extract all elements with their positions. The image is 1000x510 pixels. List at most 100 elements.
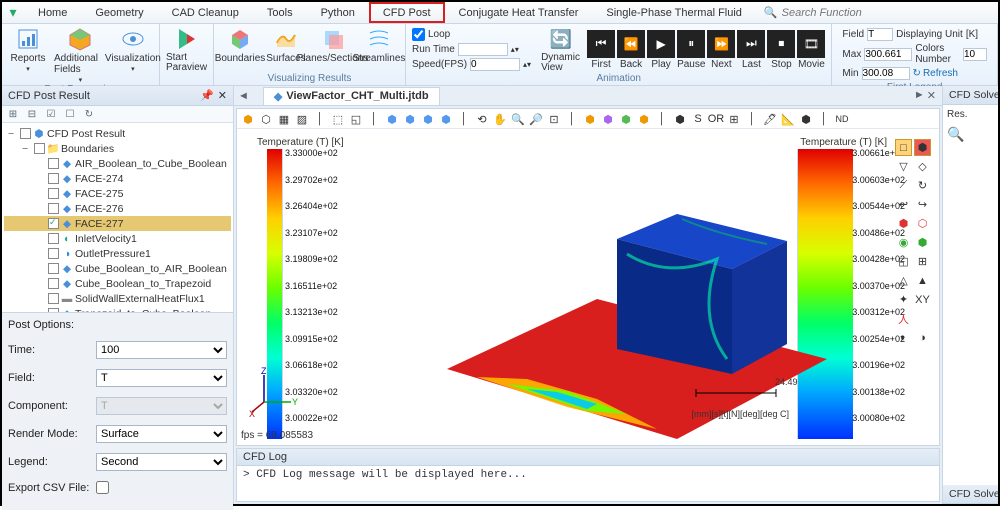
side-tool-icon[interactable]: ↪ (914, 196, 931, 213)
tree-node[interactable]: ◐InletVelocity1 (4, 231, 231, 246)
side-tool-icon[interactable]: ◑ (914, 329, 931, 346)
tab-prev-icon[interactable]: ◄ (238, 90, 249, 102)
side-tool-icon[interactable]: ◐ (895, 329, 912, 346)
vp-tool-icon[interactable]: │ (312, 111, 328, 127)
boundaries-button[interactable]: Boundaries (220, 26, 260, 64)
pause-button[interactable]: ⏸ (677, 30, 705, 58)
side-tool-icon[interactable]: ✦ (895, 291, 912, 308)
loop-checkbox[interactable] (412, 28, 425, 41)
tree-node[interactable]: ▬SolidWallExternalHeatFlux1 (4, 291, 231, 306)
vp-tool-icon[interactable]: ▦ (276, 111, 292, 127)
visualization-button[interactable]: Visualization▾ (113, 26, 153, 73)
vp-tool-icon[interactable]: OR (708, 111, 724, 127)
vp-tool-icon[interactable]: ⬢ (798, 111, 814, 127)
zoom-icon[interactable]: 🔍 (947, 126, 994, 143)
side-tool-icon[interactable]: ↻ (914, 177, 931, 194)
tree-node[interactable]: ◆Trapezoid_to_Cube_Boolean (4, 306, 231, 313)
document-tab[interactable]: ◆ViewFactor_CHT_Multi.jtdb (263, 87, 440, 105)
vp-tool-icon[interactable]: ⬢ (240, 111, 256, 127)
vp-tool-icon[interactable]: 🔎 (528, 111, 544, 127)
tab-cht[interactable]: Conjugate Heat Transfer (445, 2, 593, 23)
stop-button[interactable]: ⏹ (767, 30, 795, 58)
tree-node[interactable]: ◆Cube_Boolean_to_AIR_Boolean (4, 261, 231, 276)
side-tool-icon[interactable]: △ (895, 272, 912, 289)
vp-tool-icon[interactable]: ⬢ (384, 111, 400, 127)
result-tree[interactable]: −⬢CFD Post Result−📁Boundaries◆AIR_Boolea… (2, 123, 233, 313)
next-button[interactable]: ⏩ (707, 30, 735, 58)
speed-input[interactable] (470, 58, 520, 71)
post-option-select[interactable]: 100 (96, 341, 227, 359)
vp-tool-icon[interactable]: ⬚ (330, 111, 346, 127)
vp-tool-icon[interactable]: ✋ (492, 111, 508, 127)
side-tool-icon[interactable]: XY (914, 291, 931, 308)
tab-close-icon[interactable]: ✕ (927, 89, 936, 102)
vp-tool-icon[interactable]: ⊡ (546, 111, 562, 127)
start-paraview-button[interactable]: Start Paraview (166, 26, 207, 73)
tree-node[interactable]: ◑OutletPressure1 (4, 246, 231, 261)
vp-tool-icon[interactable]: │ (366, 111, 382, 127)
post-option-select[interactable]: T (96, 369, 227, 387)
side-tool-icon[interactable]: 人 (895, 310, 912, 327)
vp-tool-icon[interactable]: 📐 (780, 111, 796, 127)
vp-tool-icon[interactable]: │ (744, 111, 760, 127)
tree-node[interactable]: −⬢CFD Post Result (4, 126, 231, 141)
reports-button[interactable]: Reports▾ (8, 26, 48, 73)
tab-cad-cleanup[interactable]: CAD Cleanup (158, 2, 253, 23)
post-option-select[interactable]: Second (96, 453, 227, 471)
max-input[interactable] (864, 48, 912, 61)
tree-node[interactable]: ◆AIR_Boolean_to_Cube_Boolean (4, 156, 231, 171)
vp-tool-icon[interactable]: ▨ (294, 111, 310, 127)
additional-fields-button[interactable]: Additional Fields▾ (54, 26, 107, 84)
movie-button[interactable]: 🎞 (797, 30, 825, 58)
tree-node[interactable]: ◆FACE-277 (4, 216, 231, 231)
vp-tool-icon[interactable]: ⬢ (438, 111, 454, 127)
play-button[interactable]: ▶ (647, 30, 675, 58)
tree-node[interactable]: ◆FACE-276 (4, 201, 231, 216)
tab-home[interactable]: Home (24, 2, 81, 23)
vp-tool-icon[interactable]: ◱ (348, 111, 364, 127)
vp-tool-icon[interactable]: S (690, 111, 706, 127)
field-input[interactable] (867, 28, 893, 41)
side-tool-icon[interactable]: ⬢ (895, 215, 912, 232)
vp-tool-icon[interactable]: ⟲ (474, 111, 490, 127)
tree-expand-icon[interactable]: ⊞ (5, 106, 21, 122)
export-csv-checkbox[interactable] (96, 481, 109, 494)
vp-tool-icon[interactable]: ⬢ (402, 111, 418, 127)
tree-check-icon[interactable]: ☑ (43, 106, 59, 122)
vp-tool-icon[interactable]: ⬡ (258, 111, 274, 127)
vp-tool-icon[interactable]: ⬢ (618, 111, 634, 127)
vp-tool-icon[interactable]: ⬢ (636, 111, 652, 127)
viewport-3d[interactable]: ⬢⬡▦▨│ ⬚◱│ ⬢⬢⬢⬢│ ⟲✋🔍🔎⊡│ ⬢⬢⬢⬢│ ⬢SOR⊞│ 🖊📐⬢│… (236, 108, 940, 446)
search-box[interactable]: 🔍 (764, 6, 998, 19)
tree-node[interactable]: ◆FACE-274 (4, 171, 231, 186)
post-option-select[interactable]: T (96, 397, 227, 415)
tab-sptf[interactable]: Single-Phase Thermal Fluid (592, 2, 756, 23)
min-input[interactable] (862, 67, 910, 80)
vp-tool-icon[interactable]: ⬢ (600, 111, 616, 127)
tab-tools[interactable]: Tools (253, 2, 307, 23)
last-button[interactable]: ⏭ (737, 30, 765, 58)
vp-tool-icon[interactable]: │ (564, 111, 580, 127)
right-title-1[interactable]: CFD Solver (943, 86, 998, 105)
tree-node[interactable]: −📁Boundaries (4, 141, 231, 156)
side-tool-icon[interactable]: ◉ (895, 234, 912, 251)
colors-input[interactable] (963, 48, 987, 61)
side-tool-icon[interactable]: ⟋ (895, 177, 912, 194)
back-button[interactable]: ⏪ (617, 30, 645, 58)
side-tool-icon[interactable]: ◱ (895, 253, 912, 270)
side-tool-icon[interactable]: ⬢ (914, 139, 931, 156)
post-option-select[interactable]: Surface (96, 425, 227, 443)
side-tool-icon[interactable]: □ (895, 139, 912, 156)
runtime-input[interactable] (458, 43, 508, 56)
side-tool-icon[interactable]: ⬢ (914, 234, 931, 251)
close-icon[interactable]: ✕ (218, 89, 227, 102)
dynamic-view-button[interactable]: 🔄Dynamic View (541, 26, 581, 73)
side-tool-icon[interactable]: ▲ (914, 272, 931, 289)
side-tool-icon[interactable]: ▽ (895, 158, 912, 175)
vp-tool-icon[interactable]: ⊞ (726, 111, 742, 127)
vp-tool-icon[interactable]: │ (816, 111, 832, 127)
tab-next-icon[interactable]: ► (914, 89, 925, 102)
vp-tool-icon[interactable]: │ (654, 111, 670, 127)
vp-tool-icon[interactable]: ⬢ (672, 111, 688, 127)
streamlines-button[interactable]: Streamlines (359, 26, 399, 64)
